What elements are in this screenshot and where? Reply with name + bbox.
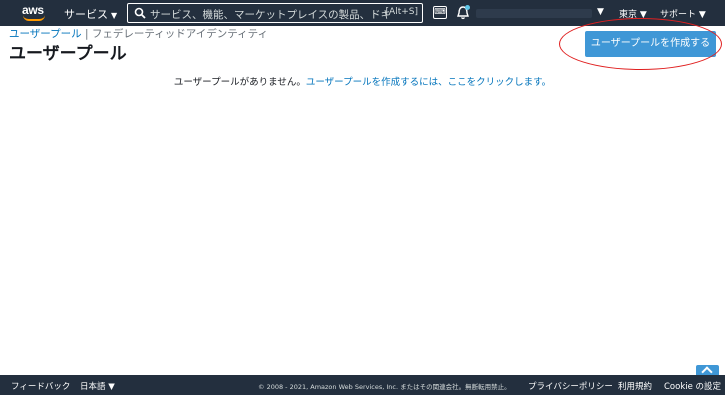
notification-dot [465, 5, 470, 10]
copyright-text: © 2008 - 2021, Amazon Web Services, Inc.… [258, 383, 511, 391]
create-user-pool-button[interactable]: ユーザープールを作成する [585, 31, 716, 57]
language-selector[interactable]: 日本語 ▼ [80, 380, 115, 392]
search-placeholder: サービス、機能、マーケットプレイスの製品、ドキュメント [150, 9, 390, 21]
search-shortcut: [Alt+S] [385, 7, 418, 17]
region-selector[interactable]: 東京 ▼ [619, 7, 647, 20]
aws-logo[interactable]: aws [22, 3, 48, 23]
empty-state-text: ユーザープールがありません。 [173, 77, 306, 88]
aws-smile-icon [23, 15, 45, 21]
empty-state-message: ユーザープールがありません。ユーザープールを作成するには、ここをクリックします。 [0, 74, 725, 88]
feedback-link[interactable]: フィードバック [11, 380, 70, 392]
account-chevron-down-icon[interactable]: ▼ [597, 7, 604, 17]
top-navigation-bar: aws サービス▼ サービス、機能、マーケットプレイスの製品、ドキュメント [A… [0, 0, 725, 26]
services-label: サービス [64, 8, 108, 21]
support-menu[interactable]: サポート ▼ [660, 7, 706, 20]
chevron-down-icon: ▼ [111, 11, 118, 20]
terms-link[interactable]: 利用規約 [618, 380, 652, 392]
page-title: ユーザープール [9, 44, 127, 64]
account-menu-redacted[interactable] [476, 9, 592, 18]
create-user-pool-link[interactable]: ユーザープールを作成するには、ここをクリックします。 [306, 77, 551, 88]
search-input[interactable]: サービス、機能、マーケットプレイスの製品、ドキュメント [Alt+S] [127, 3, 423, 23]
cloudshell-icon[interactable]: ⌨ [433, 6, 447, 19]
scroll-to-top-button[interactable] [696, 365, 719, 378]
footer-bar: フィードバック 日本語 ▼ © 2008 - 2021, Amazon Web … [0, 375, 725, 395]
notifications-bell-icon[interactable] [456, 5, 470, 21]
services-menu[interactable]: サービス ▼ [64, 6, 117, 22]
search-icon [134, 7, 146, 19]
privacy-policy-link[interactable]: プライバシーポリシー [528, 380, 613, 392]
cookie-settings-link[interactable]: Cookie の設定 [664, 380, 721, 392]
